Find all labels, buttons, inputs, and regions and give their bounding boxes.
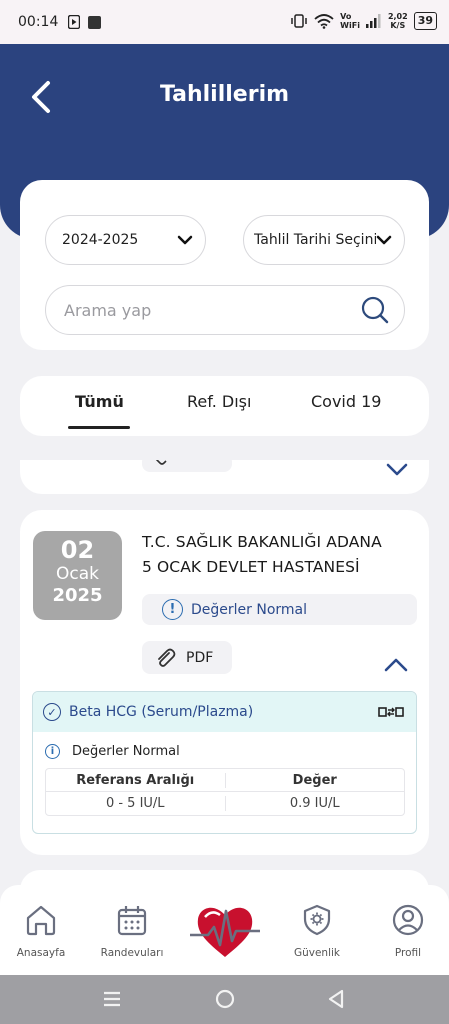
nav-item-anasayfa[interactable]: Anasayfa — [1, 901, 81, 959]
reference-range-value: 0 - 5 IU/L — [46, 796, 226, 811]
year-select[interactable]: 2024-2025 — [45, 215, 206, 265]
active-tab-indicator — [68, 426, 130, 429]
chevron-down-icon — [376, 235, 392, 245]
vibrate-icon — [291, 14, 307, 28]
tab-ref-disi[interactable]: Ref. Dışı — [187, 392, 251, 411]
date-select-value: Tahlil Tarihi Seçiniz — [254, 232, 376, 248]
date-day: 02 — [60, 536, 95, 564]
vowifi-bottom: WiFi — [340, 21, 360, 30]
vowifi-top: Vo — [340, 12, 352, 21]
hospital-name-line2: 5 OCAK DEVLET HASTANESİ — [142, 558, 360, 576]
date-select[interactable]: Tahlil Tarihi Seçiniz — [243, 215, 405, 265]
hospital-name: T.C. SAĞLIK BAKANLIĞI ADANA 5 OCAK DEVLE… — [142, 530, 422, 580]
status-time: 00:14 — [18, 14, 59, 30]
status-right-group: Vo WiFi 2,02 K/S 39 — [290, 12, 437, 30]
paperclip-icon — [158, 648, 176, 667]
page-title: Tahlillerim — [159, 82, 290, 107]
pdf-button-partial[interactable] — [142, 460, 232, 472]
nav-label-anasayfa: Anasayfa — [16, 947, 66, 959]
hospital-name-line1: T.C. SAĞLIK BAKANLIĞI ADANA — [142, 533, 382, 551]
status-notification-icons — [68, 15, 102, 29]
column-value: Değer — [292, 772, 337, 788]
shield-gear-icon — [303, 904, 331, 936]
stop-square-icon — [88, 15, 102, 29]
pdf-label: PDF — [186, 649, 214, 666]
test-header[interactable]: ✓ Beta HCG (Serum/Plazma) — [33, 692, 416, 732]
paperclip-icon — [155, 460, 167, 465]
chevron-down-icon — [177, 235, 193, 245]
nav-item-randevulari[interactable]: Randevuları — [92, 901, 172, 959]
date-month: Ocak — [56, 564, 99, 584]
media-play-icon — [68, 15, 81, 29]
status-text: Değerler Normal — [191, 601, 308, 618]
battery-indicator: 39 — [413, 12, 437, 30]
vowifi-label: Vo WiFi — [340, 12, 360, 30]
search-icon[interactable] — [360, 295, 390, 325]
result-card[interactable]: 02 Ocak 2025 T.C. SAĞLIK BAKANLIĞI ADANA… — [20, 510, 429, 855]
nav-item-guvenlik[interactable]: Güvenlik — [277, 901, 357, 959]
profile-icon — [392, 904, 424, 936]
test-value: 0.9 IU/L — [289, 796, 340, 811]
network-speed: 2,02 K/S — [388, 12, 408, 30]
test-detail: ✓ Beta HCG (Serum/Plazma) i Değerler Nor… — [32, 691, 417, 834]
speed-value: 2,02 — [387, 12, 408, 21]
wifi-icon — [314, 13, 334, 29]
table-row: 0 - 5 IU/L 0.9 IU/L — [46, 792, 404, 815]
home-icon — [26, 905, 56, 936]
calendar-icon — [117, 906, 147, 936]
home-button-icon[interactable] — [213, 987, 237, 1011]
table-header-row: Referans Aralığı Değer — [46, 769, 404, 792]
tab-tumu[interactable]: Tümü — [75, 392, 124, 411]
column-reference-range: Referans Aralığı — [46, 772, 226, 788]
previous-result-card[interactable] — [20, 460, 429, 494]
test-status-text: Değerler Normal — [72, 744, 180, 759]
heart-logo-icon — [190, 907, 260, 957]
test-name: Beta HCG (Serum/Plazma) — [69, 704, 254, 720]
check-circle-icon: ✓ — [43, 703, 61, 721]
chevron-up-icon[interactable] — [384, 658, 408, 672]
status-badge: ! Değerler Normal — [142, 594, 417, 625]
reference-table: Referans Aralığı Değer 0 - 5 IU/L 0.9 IU… — [45, 768, 405, 816]
tabs-bar: Tümü Ref. Dışı Covid 19 — [20, 376, 429, 436]
info-icon: ! — [162, 599, 183, 620]
signal-icon — [365, 14, 381, 28]
info-icon: i — [45, 744, 60, 759]
tab-covid-19[interactable]: Covid 19 — [311, 392, 381, 411]
nav-item-profil[interactable]: Profil — [368, 901, 448, 959]
nav-label-profil: Profil — [394, 947, 422, 959]
date-badge: 02 Ocak 2025 — [33, 531, 122, 620]
nav-label-guvenlik: Güvenlik — [293, 947, 341, 959]
filter-card: 2024-2025 Tahlil Tarihi Seçiniz — [20, 180, 429, 350]
compare-icon[interactable] — [378, 703, 404, 721]
nav-item-center-logo[interactable] — [188, 897, 262, 963]
year-select-value: 2024-2025 — [62, 232, 139, 248]
bottom-navigation: Anasayfa Randevuları Güvenlik Profil — [0, 885, 449, 975]
speed-unit: K/S — [390, 21, 406, 30]
search-input[interactable] — [64, 300, 360, 320]
pdf-button[interactable]: PDF — [142, 641, 232, 674]
date-year: 2025 — [52, 585, 103, 606]
nav-label-randevulari: Randevuları — [100, 947, 164, 959]
chevron-down-icon[interactable] — [386, 463, 408, 477]
status-bar: 00:14 Vo WiFi 2,02 K/S 39 — [0, 0, 449, 44]
back-triangle-icon[interactable] — [325, 987, 347, 1011]
recent-apps-icon[interactable] — [102, 987, 122, 1011]
system-navigation-bar — [0, 975, 449, 1024]
search-box[interactable] — [45, 285, 405, 335]
test-status: i Değerler Normal — [33, 744, 416, 759]
